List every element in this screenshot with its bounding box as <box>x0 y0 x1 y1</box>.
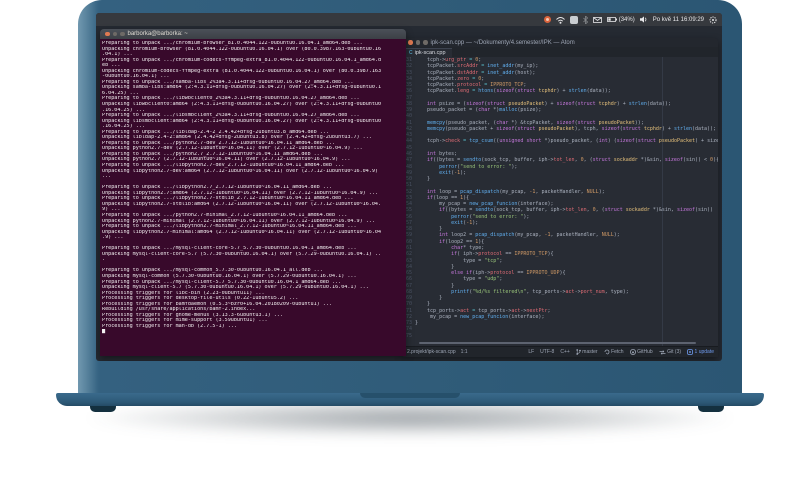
git-changes-label: Git (3) <box>667 349 682 355</box>
cpp-file-icon: C <box>409 50 413 56</box>
branch-label: master <box>582 349 598 355</box>
terminal-title: barborka@barborka: ~ <box>127 31 188 37</box>
horizontal-scrollbar[interactable] <box>419 342 696 344</box>
terminal-minimize-button[interactable] <box>112 31 117 37</box>
terminal-output-row: Unpacking libsmbclient:amd64 (2:4.3.11+d… <box>102 118 382 124</box>
status-git-branch[interactable]: master <box>576 349 598 355</box>
terminal-output-row: Unpacking libwbclient0:amd64 (2:4.3.11+d… <box>102 102 382 108</box>
github-icon <box>629 349 636 355</box>
code-lines: 531 tcph->urg_ptr = 0; 532 tcpPacket.srcA… <box>403 57 718 339</box>
keyboard-layout-icon[interactable] <box>569 15 578 24</box>
terminal-output-row: Unpacking libpython2.7-minimal:amd64 (2.… <box>102 229 382 235</box>
code-line: 544 tcph->check = tcp_csum((unsigned sho… <box>403 138 718 145</box>
laptop-base-notch <box>360 393 460 398</box>
terminal-body[interactable]: Preparing to unpack .../chromium-browser… <box>100 39 406 356</box>
status-file-path[interactable]: 2.projekt/ipk-scan.cpp <box>407 349 456 355</box>
terminal-output-row: Unpacking libpython2.7-stdlib:amd64 (2.7… <box>102 201 382 207</box>
atom-maximize-button[interactable] <box>423 40 428 45</box>
terminal-titlebar[interactable]: barborka@barborka: ~ <box>100 29 406 39</box>
terminal-output-row: Preparing to unpack .../chromium-codecs-… <box>102 57 382 63</box>
atom-minimize-button[interactable] <box>415 40 420 45</box>
atom-window: ipk-scan.cpp — ~/Dokumenty/4.semester/IP… <box>403 38 718 357</box>
terminal-output-row: Unpacking libpython2.7-dev:amd64 (2.7.12… <box>102 168 379 174</box>
package-update-icon <box>687 349 693 355</box>
updates-label: 1 update <box>694 349 714 355</box>
status-cursor-position[interactable]: 1:1 <box>461 349 468 355</box>
status-encoding[interactable]: UTF-8 <box>540 349 554 355</box>
terminal-output-row: Unpacking samba-libs:amd64 (2:4.3.11+dfs… <box>102 85 382 91</box>
branch-icon <box>576 349 581 355</box>
atom-close-button[interactable] <box>408 40 413 45</box>
battery-percent-label: (34%) <box>618 16 635 23</box>
terminal-maximize-button[interactable] <box>120 31 125 37</box>
terminal-output-row: █ <box>102 329 106 335</box>
tab-ipk-scan-cpp[interactable]: C ipk-scan.cpp <box>403 48 452 57</box>
wifi-icon[interactable] <box>555 16 565 24</box>
code-line: 575 <box>403 333 718 339</box>
terminal-output-row: Unpacking mysql-client-core-5.7 (5.7.30-… <box>102 251 382 257</box>
atom-titlebar[interactable]: ipk-scan.cpp — ~/Dokumenty/4.semester/IP… <box>403 38 718 47</box>
status-updates[interactable]: 1 update <box>687 349 714 355</box>
terminal-close-button[interactable] <box>105 31 110 37</box>
status-line-ending[interactable]: LF <box>528 349 534 355</box>
clock-label[interactable]: Po kvě 11 16:09:29 <box>653 17 704 23</box>
terminal-output-row: Unpacking chromium-browser (81.0.4044.12… <box>102 46 382 52</box>
code-editor[interactable]: 531 tcph->urg_ptr = 0; 532 tcpPacket.srcA… <box>403 57 718 346</box>
tab-label: ipk-scan.cpp <box>414 50 446 56</box>
volume-icon[interactable] <box>639 16 648 23</box>
terminal-window: barborka@barborka: ~ Preparing to unpack… <box>100 29 406 356</box>
battery-indicator[interactable]: (34%) <box>606 16 635 23</box>
status-fetch[interactable]: Fetch <box>604 349 624 355</box>
atom-title: ipk-scan.cpp — ~/Dokumenty/4.semester/IP… <box>430 39 575 46</box>
laptop-base <box>56 393 764 406</box>
git-arrows-icon <box>659 349 666 355</box>
laptop-mockup-scene: (34%) Po kvě 11 16:09:29 barborka@barbor… <box>0 0 800 477</box>
mail-icon[interactable] <box>592 16 602 23</box>
bluetooth-icon[interactable] <box>582 15 588 24</box>
status-git-changes[interactable]: Git (3) <box>659 349 681 355</box>
atom-status-bar: 2.projekt/ipk-scan.cpp 1:1 LF UTF-8 C++ … <box>403 346 718 357</box>
atom-tab-bar: C ipk-scan.cpp <box>403 47 718 57</box>
software-update-icon[interactable] <box>543 16 551 23</box>
status-grammar[interactable]: C++ <box>560 349 569 355</box>
session-gear-icon[interactable] <box>709 15 717 24</box>
battery-icon <box>606 17 617 22</box>
top-panel: (34%) Po kvě 11 16:09:29 <box>96 13 722 26</box>
code-line: 542 memcpy(pseudo_packet + sizeof(struct… <box>403 125 717 132</box>
sync-icon <box>604 349 609 355</box>
terminal-output: Preparing to unpack .../chromium-browser… <box>102 41 406 335</box>
status-github[interactable]: GitHub <box>629 349 653 355</box>
github-label: GitHub <box>637 349 653 355</box>
fetch-label: Fetch <box>611 349 624 355</box>
desktop-screen: (34%) Po kvě 11 16:09:29 barborka@barbor… <box>96 13 722 361</box>
